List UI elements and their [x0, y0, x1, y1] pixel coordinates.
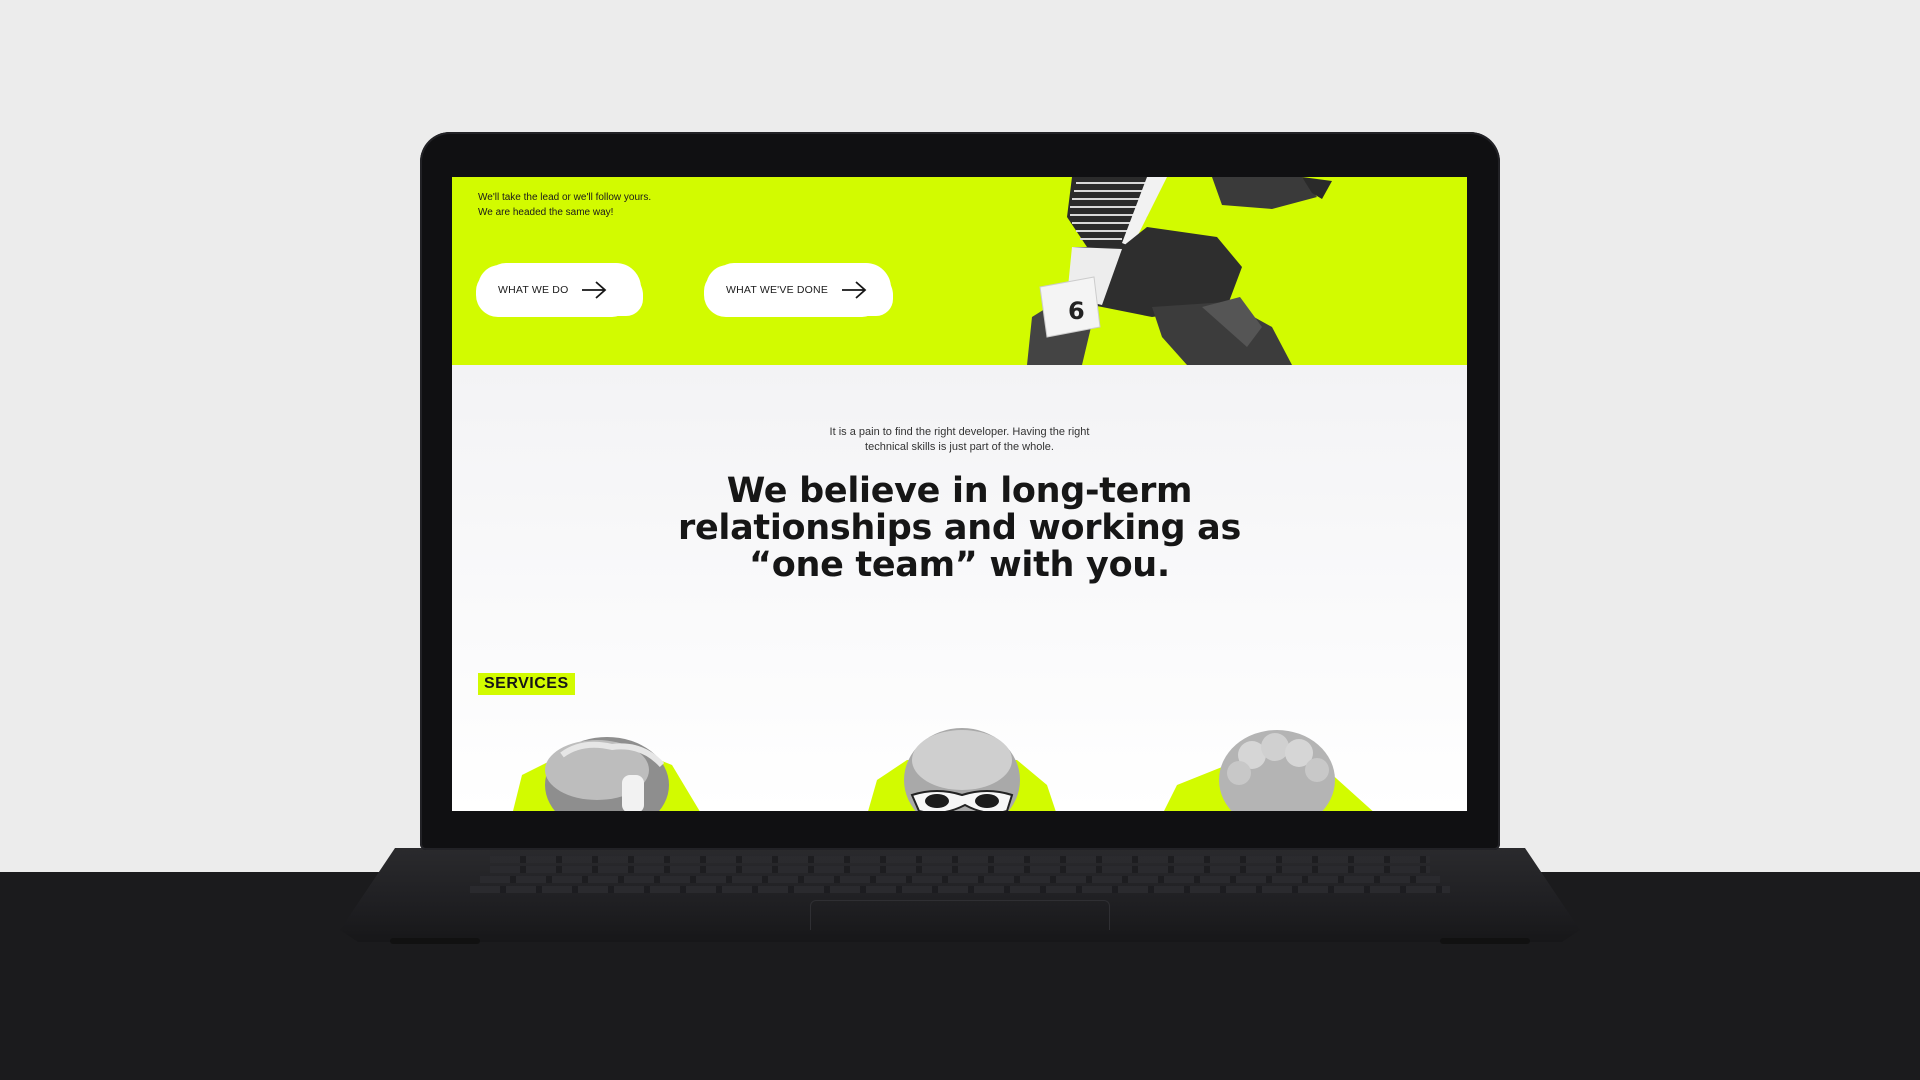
keyboard-row — [490, 856, 1430, 863]
intro-line: It is a pain to find the right developer… — [829, 426, 1090, 438]
headline-line: “one team” with you. — [452, 545, 1467, 588]
hero-section: We'll take the lead or we'll follow your… — [452, 177, 1467, 365]
hero-tagline: We'll take the lead or we'll follow your… — [478, 190, 651, 220]
laptop-foot — [390, 938, 480, 944]
trackpad — [810, 900, 1110, 930]
keyboard-row — [470, 886, 1450, 893]
arrow-right-icon — [842, 281, 867, 299]
intro-text: It is a pain to find the right developer… — [452, 425, 1467, 455]
headline-highlight: one team — [771, 545, 957, 588]
hero-tagline-line: We'll take the lead or we'll follow your… — [478, 192, 652, 203]
laptop-foot — [1440, 938, 1530, 944]
what-we-do-button[interactable]: WHAT WE DO — [478, 265, 636, 315]
headline-open-quote: “ — [749, 545, 772, 585]
website-screen: We'll take the lead or we'll follow your… — [452, 177, 1467, 811]
statue-bust-sunglasses-image — [868, 728, 1056, 811]
arrow-right-icon — [582, 281, 607, 299]
statue-bust-curly-image — [1164, 730, 1373, 811]
services-badge: SERVICES — [478, 673, 575, 695]
keyboard-row — [480, 876, 1440, 883]
headline-line: We believe in long-term — [726, 471, 1193, 511]
headline-line: relationships and working as — [677, 508, 1242, 548]
runner-image: 6 — [1027, 177, 1332, 365]
laptop-base — [340, 848, 1580, 942]
headline-rest: ” with you. — [954, 545, 1170, 585]
intro-line: technical skills is just part of the who… — [865, 441, 1054, 453]
keyboard-row — [490, 866, 1430, 873]
statue-bust-headphones-image — [513, 737, 700, 811]
headline-highlight-text: one team — [771, 545, 955, 585]
what-weve-done-label: WHAT WE'VE DONE — [726, 284, 829, 296]
what-weve-done-button[interactable]: WHAT WE'VE DONE — [706, 265, 886, 315]
runner-bib-number: 6 — [1068, 297, 1085, 325]
main-headline: We believe in long-term relationships an… — [452, 471, 1467, 588]
what-we-do-label: WHAT WE DO — [498, 284, 569, 296]
hero-tagline-line: We are headed the same way! — [478, 207, 614, 218]
